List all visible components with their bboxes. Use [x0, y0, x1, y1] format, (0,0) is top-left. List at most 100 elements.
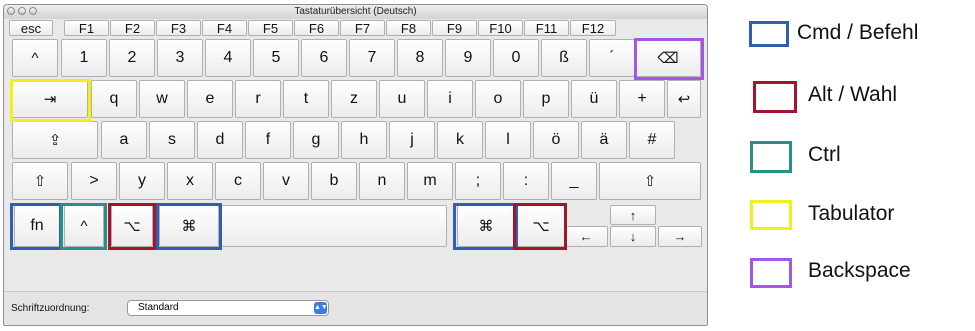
key-asdf-4[interactable]: f [245, 121, 291, 159]
key-asdf-6[interactable]: h [341, 121, 387, 159]
key-yxcv-10[interactable]: : [503, 162, 549, 200]
key-number-row-10[interactable]: 0 [493, 39, 539, 77]
key-yxcv-5[interactable]: v [263, 162, 309, 200]
key-f5[interactable]: F5 [248, 20, 293, 36]
key-asdf-11[interactable]: ä [581, 121, 627, 159]
key-asdf-3[interactable]: d [197, 121, 243, 159]
key-number-row-11[interactable]: ß [541, 39, 587, 77]
key-qwertz-5[interactable]: t [283, 80, 329, 118]
key-yxcv-1[interactable]: > [71, 162, 117, 200]
key-qwertz-10[interactable]: p [523, 80, 569, 118]
key-asdf-12[interactable]: # [629, 121, 675, 159]
font-mapping-value: Standard [138, 302, 179, 313]
key-arrow-right[interactable]: → [658, 226, 702, 247]
key-number-row-2[interactable]: 2 [109, 39, 155, 77]
key-number-row-1[interactable]: 1 [61, 39, 107, 77]
key-qwertz-11[interactable]: ü [571, 80, 617, 118]
key-number-row-9[interactable]: 9 [445, 39, 491, 77]
key-yxcv-7[interactable]: n [359, 162, 405, 200]
key-shift-right[interactable]: ⇧ [599, 162, 701, 200]
legend-swatch-cmd [749, 21, 789, 47]
key-number-row-7[interactable]: 7 [349, 39, 395, 77]
key-caps-lock[interactable]: ⇪ [12, 121, 98, 159]
key-number-row-6[interactable]: 6 [301, 39, 347, 77]
key-f2[interactable]: F2 [110, 20, 155, 36]
key-yxcv-11[interactable]: _ [551, 162, 597, 200]
legend-backspace: Backspace [747, 254, 975, 290]
key-number-row-4[interactable]: 4 [205, 39, 251, 77]
key-f10[interactable]: F10 [478, 20, 523, 36]
key-arrow-down[interactable]: ↓ [610, 226, 656, 247]
legend-label-backspace: Backspace [808, 259, 911, 282]
keyboard-viewer-window: Tastaturübersicht (Deutsch) esc F1 F2 F3 F4 F… [3, 4, 708, 326]
key-yxcv-4[interactable]: c [215, 162, 261, 200]
key-yxcv-6[interactable]: b [311, 162, 357, 200]
legend-label-alt: Alt / Wahl [808, 83, 898, 106]
highlight-option-right [513, 203, 567, 250]
key-asdf-2[interactable]: s [149, 121, 195, 159]
window-titlebar: Tastaturübersicht (Deutsch) [4, 5, 707, 19]
key-f3[interactable]: F3 [156, 20, 201, 36]
key-asdf-9[interactable]: l [485, 121, 531, 159]
key-number-row-3[interactable]: 3 [157, 39, 203, 77]
highlight-command-left [156, 203, 222, 250]
legend-label-tab: Tabulator [808, 202, 895, 225]
key-shift-left[interactable]: ⇧ [12, 162, 68, 200]
key-return[interactable]: ↩ [667, 80, 701, 118]
key-qwertz-2[interactable]: w [139, 80, 185, 118]
legend-label-ctrl: Ctrl [808, 143, 841, 166]
key-number-row-12[interactable]: ´ [589, 39, 635, 77]
font-mapping-label: Schriftzuordnung: [11, 303, 90, 314]
legend-tab: Tabulator [747, 197, 975, 233]
highlight-command-right [453, 203, 518, 250]
key-yxcv-3[interactable]: x [167, 162, 213, 200]
key-number-row-8[interactable]: 8 [397, 39, 443, 77]
key-yxcv-9[interactable]: ; [455, 162, 501, 200]
key-yxcv-2[interactable]: y [119, 162, 165, 200]
key-arrow-up[interactable]: ↑ [610, 205, 656, 225]
key-asdf-7[interactable]: j [389, 121, 435, 159]
key-f8[interactable]: F8 [386, 20, 431, 36]
key-asdf-1[interactable]: a [101, 121, 147, 159]
highlight-fn [10, 203, 62, 250]
legend-swatch-alt [753, 81, 797, 113]
key-qwertz-1[interactable]: q [91, 80, 137, 118]
legend-ctrl: Ctrl [747, 138, 975, 174]
legend-alt: Alt / Wahl [747, 78, 975, 114]
highlight-ctrl [60, 203, 107, 250]
key-qwertz-9[interactable]: o [475, 80, 521, 118]
key-number-row-0[interactable]: ^ [12, 39, 58, 77]
key-qwertz-12[interactable]: + [619, 80, 665, 118]
key-esc[interactable]: esc [9, 20, 53, 36]
key-qwertz-7[interactable]: u [379, 80, 425, 118]
key-f11[interactable]: F11 [524, 20, 569, 36]
key-space[interactable] [221, 205, 447, 247]
key-arrow-left[interactable]: ← [564, 226, 608, 247]
legend-swatch-ctrl [750, 141, 792, 173]
legend-swatch-tab [750, 200, 792, 230]
keyboard: esc F1 F2 F3 F4 F5 F6 F7 F8 F9 F10 F11 F12 ^ 1 2 3 4 5 6 7 8 9… [7, 20, 704, 290]
bottom-bar: Schriftzuordnung: Standard ▲▼ [4, 291, 707, 325]
key-f7[interactable]: F7 [340, 20, 385, 36]
key-f9[interactable]: F9 [432, 20, 477, 36]
legend-cmd: Cmd / Befehl [747, 16, 975, 52]
key-f12[interactable]: F12 [570, 20, 616, 36]
key-qwertz-4[interactable]: r [235, 80, 281, 118]
key-qwertz-6[interactable]: z [331, 80, 377, 118]
key-asdf-5[interactable]: g [293, 121, 339, 159]
key-number-row-5[interactable]: 5 [253, 39, 299, 77]
font-mapping-select[interactable]: Standard ▲▼ [127, 300, 329, 316]
legend-label-cmd: Cmd / Befehl [797, 21, 919, 44]
highlight-option-left [108, 203, 156, 250]
chevron-updown-icon: ▲▼ [314, 302, 328, 314]
key-asdf-10[interactable]: ö [533, 121, 579, 159]
highlight-backspace [634, 38, 704, 80]
window-title: Tastaturübersicht (Deutsch) [294, 6, 417, 17]
key-f1[interactable]: F1 [64, 20, 109, 36]
key-f6[interactable]: F6 [294, 20, 339, 36]
key-qwertz-8[interactable]: i [427, 80, 473, 118]
key-yxcv-8[interactable]: m [407, 162, 453, 200]
key-qwertz-3[interactable]: e [187, 80, 233, 118]
key-asdf-8[interactable]: k [437, 121, 483, 159]
key-f4[interactable]: F4 [202, 20, 247, 36]
